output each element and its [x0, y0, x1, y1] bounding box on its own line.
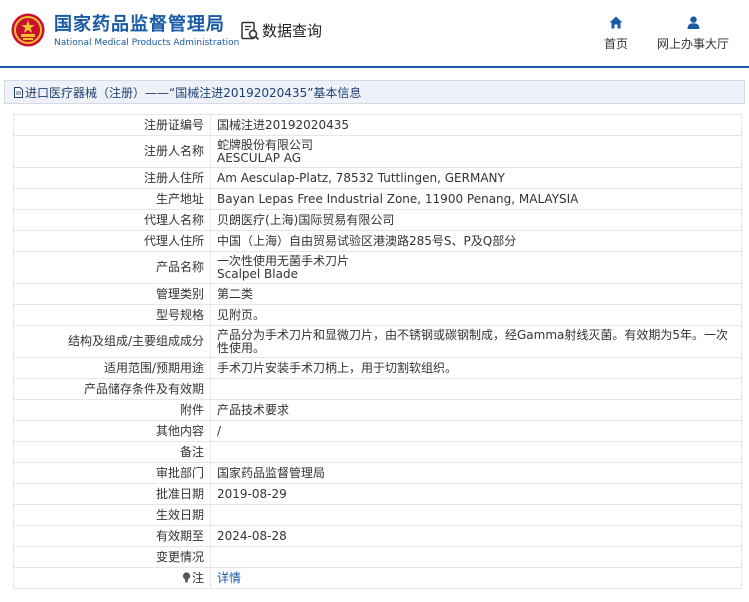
field-label: 管理类别 — [13, 283, 211, 305]
table-row: 适用范围/预期用途 手术刀片安装手术刀柄上，用于切割软组织。 — [13, 357, 742, 379]
details-link[interactable]: 详情 — [217, 571, 241, 585]
field-label: 生产地址 — [13, 188, 211, 210]
field-value: Bayan Lepas Free Industrial Zone, 11900 … — [210, 188, 742, 210]
table-row: 结构及组成/主要组成成分 产品分为手术刀片和显微刀片，由不锈钢或碳钢制成，经Ga… — [13, 325, 742, 358]
field-label: 有效期至 — [13, 525, 211, 547]
table-row: 型号规格 见附页。 — [13, 304, 742, 326]
field-value — [210, 504, 742, 526]
field-value: 2019-08-29 — [210, 483, 742, 505]
table-row: 注 详情 — [13, 567, 742, 589]
record-title: 进口医疗器械（注册）——“国械注进20192020435”基本信息 — [25, 85, 362, 100]
nav-home-label: 首页 — [603, 37, 628, 51]
field-label: 变更情况 — [13, 546, 211, 568]
field-value: 第二类 — [210, 283, 742, 305]
table-row: 备注 — [13, 441, 742, 463]
brand-block[interactable]: 国家药品监督管理局 National Medical Products Admi… — [54, 14, 239, 48]
table-row: 注册人住所 Am Aesculap-Platz, 78532 Tuttlinge… — [13, 167, 742, 189]
field-value: / — [210, 420, 742, 442]
field-label: 审批部门 — [13, 462, 211, 484]
field-value: 一次性使用无菌手术刀片 Scalpel Blade — [210, 251, 742, 284]
field-label: 注册人名称 — [13, 135, 211, 168]
detail-table-wrapper: 注册证编号 国械注进20192020435 注册人名称 蛇牌股份有限公司 AES… — [13, 114, 742, 589]
field-value: 国家药品监督管理局 — [210, 462, 742, 484]
nav-online-hall[interactable]: 网上办事大厅 — [652, 16, 734, 52]
table-row: 批准日期 2019-08-29 — [13, 483, 742, 505]
table-row: 生效日期 — [13, 504, 742, 526]
national-emblem-logo — [11, 13, 45, 47]
field-label: 型号规格 — [13, 304, 211, 326]
lightbulb-icon — [182, 571, 191, 583]
field-value: 产品技术要求 — [210, 399, 742, 421]
table-row: 产品储存条件及有效期 — [13, 378, 742, 400]
field-label: 产品储存条件及有效期 — [13, 378, 211, 400]
table-row: 审批部门 国家药品监督管理局 — [13, 462, 742, 484]
field-value: 详情 — [210, 567, 742, 589]
field-value — [210, 441, 742, 463]
table-row: 注册证编号 国械注进20192020435 — [13, 114, 742, 136]
document-icon — [14, 86, 23, 98]
field-label: 附件 — [13, 399, 211, 421]
brand-name-en: National Medical Products Administration — [54, 38, 240, 48]
registrant-name-en: AESCULAP AG — [217, 150, 302, 165]
detail-table: 注册证编号 国械注进20192020435 注册人名称 蛇牌股份有限公司 AES… — [13, 114, 742, 589]
field-value: 贝朗医疗(上海)国际贸易有限公司 — [210, 209, 742, 231]
field-value: 2024-08-28 — [210, 525, 742, 547]
table-row: 代理人住所 中国（上海）自由贸易试验区港澳路285号S、P及Q部分 — [13, 230, 742, 252]
home-icon — [609, 16, 623, 29]
data-query-label: 数据查询 — [262, 22, 323, 40]
note-label: 注 — [191, 570, 204, 585]
table-row: 有效期至 2024-08-28 — [13, 525, 742, 547]
product-name-en: Scalpel Blade — [217, 266, 298, 281]
document-search-icon — [241, 21, 260, 40]
table-row: 代理人名称 贝朗医疗(上海)国际贸易有限公司 — [13, 209, 742, 231]
field-label: 备注 — [13, 441, 211, 463]
table-row: 其他内容 / — [13, 420, 742, 442]
data-query-link[interactable]: 数据查询 — [240, 20, 322, 41]
field-label: 代理人住所 — [13, 230, 211, 252]
field-value: 国械注进20192020435 — [210, 114, 742, 136]
record-title-bar: 进口医疗器械（注册）——“国械注进20192020435”基本信息 — [4, 80, 745, 104]
field-label: 注册人住所 — [13, 167, 211, 189]
site-header: 国家药品监督管理局 National Medical Products Admi… — [0, 0, 749, 68]
field-value: 蛇牌股份有限公司 AESCULAP AG — [210, 135, 742, 168]
field-value — [210, 546, 742, 568]
field-label: 结构及组成/主要组成成分 — [13, 325, 211, 358]
user-icon — [687, 16, 699, 29]
table-row: 注册人名称 蛇牌股份有限公司 AESCULAP AG — [13, 135, 742, 168]
field-label: 生效日期 — [13, 504, 211, 526]
field-value: 产品分为手术刀片和显微刀片，由不锈钢或碳钢制成，经Gamma射线灭菌。有效期为5… — [210, 325, 742, 358]
field-value: 中国（上海）自由贸易试验区港澳路285号S、P及Q部分 — [210, 230, 742, 252]
registrant-name-cn: 蛇牌股份有限公司 — [217, 137, 314, 152]
table-row: 管理类别 第二类 — [13, 283, 742, 305]
field-label: 代理人名称 — [13, 209, 211, 231]
field-label: 批准日期 — [13, 483, 211, 505]
nav-online-hall-label: 网上办事大厅 — [656, 37, 729, 51]
field-value: Am Aesculap-Platz, 78532 Tuttlingen, GER… — [210, 167, 742, 189]
table-row: 变更情况 — [13, 546, 742, 568]
field-label-note: 注 — [13, 567, 211, 589]
field-value — [210, 378, 742, 400]
field-value: 见附页。 — [210, 304, 742, 326]
field-label: 注册证编号 — [13, 114, 211, 136]
table-row: 产品名称 一次性使用无菌手术刀片 Scalpel Blade — [13, 251, 742, 284]
brand-name-cn: 国家药品监督管理局 — [54, 14, 225, 35]
field-label: 适用范围/预期用途 — [13, 357, 211, 379]
field-label: 其他内容 — [13, 420, 211, 442]
table-row: 附件 产品技术要求 — [13, 399, 742, 421]
nav-home[interactable]: 首页 — [596, 16, 636, 52]
field-label: 产品名称 — [13, 251, 211, 284]
field-value: 手术刀片安装手术刀柄上，用于切割软组织。 — [210, 357, 742, 379]
product-name-cn: 一次性使用无菌手术刀片 — [217, 253, 350, 268]
table-row: 生产地址 Bayan Lepas Free Industrial Zone, 1… — [13, 188, 742, 210]
